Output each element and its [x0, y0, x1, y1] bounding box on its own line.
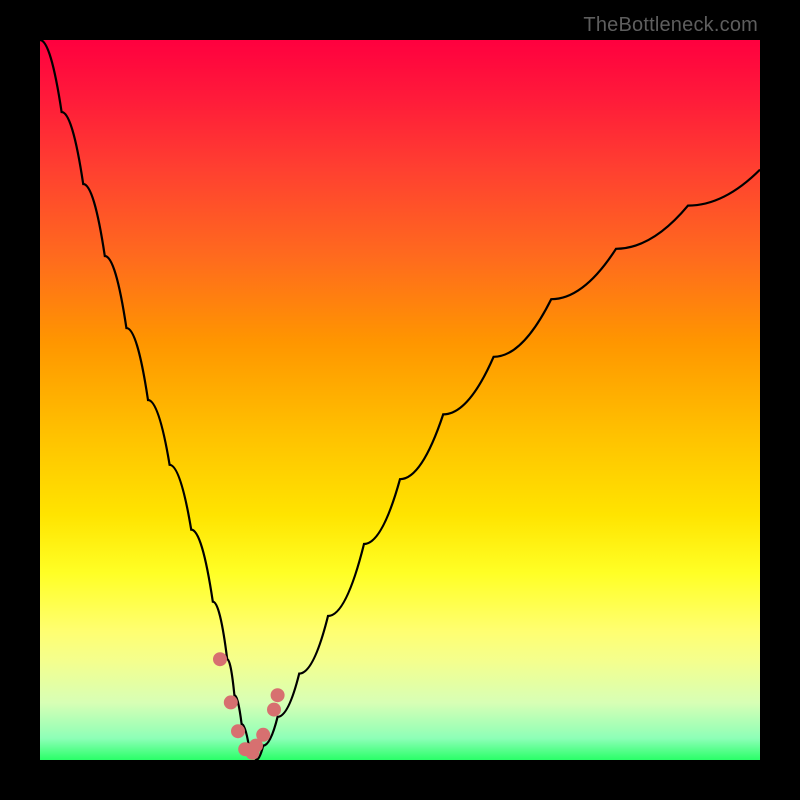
marker-dot [256, 728, 270, 742]
marker-dot [231, 724, 245, 738]
marker-dot [224, 695, 238, 709]
marker-group [213, 652, 285, 760]
bottleneck-curve [40, 40, 760, 760]
plot-area [40, 40, 760, 760]
chart-container: TheBottleneck.com [0, 0, 800, 800]
attribution-text: TheBottleneck.com [583, 14, 758, 37]
curve-svg [40, 40, 760, 760]
marker-dot [271, 688, 285, 702]
marker-dot [213, 652, 227, 666]
marker-dot [267, 703, 281, 717]
